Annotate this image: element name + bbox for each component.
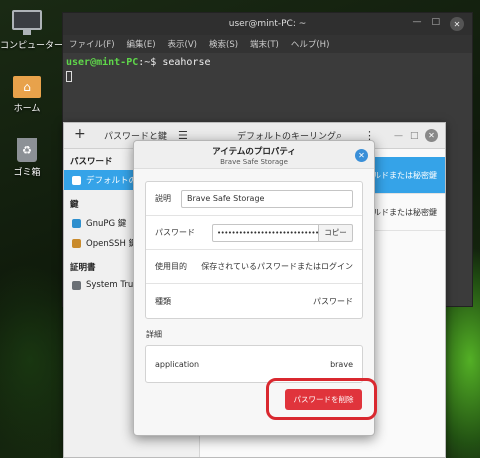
password-field[interactable]: •••••••••••••••••••••••••••• ⚿ [212, 223, 325, 242]
purpose-label: 使用目的 [155, 262, 187, 271]
list-item-label: ルドまたは秘密鍵 [373, 170, 437, 180]
dialog-subtitle: Brave Safe Storage [220, 158, 288, 166]
sidebar-item-label: OpenSSH 鍵 [86, 239, 138, 249]
menu-view[interactable]: 表示(V) [168, 38, 197, 50]
prompt-user: user@mint-PC [66, 57, 139, 68]
terminal-output[interactable]: user@mint-PC:~$ seahorse [63, 53, 472, 89]
menu-search[interactable]: 検索(S) [209, 38, 238, 50]
password-row: パスワード •••••••••••••••••••••••••••• ⚿ コピー [146, 216, 362, 250]
dialog-header: アイテムのプロパティ Brave Safe Storage ✕ [134, 141, 374, 169]
openssh-icon [72, 238, 81, 248]
menu-edit[interactable]: 編集(E) [127, 38, 156, 50]
desktop-icon-computer[interactable]: コンピューター [0, 10, 64, 51]
description-field[interactable]: Brave Safe Storage [181, 189, 353, 208]
certificate-icon [72, 280, 81, 290]
terminal-cursor [66, 71, 72, 82]
desktop-icon-home[interactable]: ⌂ ホーム [0, 76, 54, 114]
highlight-annotation [266, 378, 377, 420]
desktop-icon-label: ゴミ箱 [13, 168, 41, 178]
terminal-menubar: ファイル(F) 編集(E) 表示(V) 検索(S) 端末(T) ヘルプ(H) [63, 35, 472, 53]
home-folder-icon: ⌂ [13, 76, 41, 98]
close-icon[interactable]: ✕ [450, 17, 464, 31]
dialog-title: アイテムのプロパティ [212, 147, 296, 157]
maximize-icon[interactable]: □ [431, 17, 440, 31]
computer-icon [12, 10, 42, 35]
password-value: •••••••••••••••••••••••••••• [217, 228, 319, 237]
gnupg-icon [72, 218, 81, 228]
terminal-titlebar[interactable]: user@mint-PC: ~ — □ ✕ [63, 13, 472, 35]
type-row: 種類 パスワード [146, 284, 362, 318]
purpose-value: 保存されているパスワードまたはログイン [201, 262, 353, 271]
close-icon[interactable]: ✕ [425, 129, 438, 142]
description-row: 説明 Brave Safe Storage [146, 182, 362, 216]
details-heading: 詳細 [146, 330, 162, 339]
menu-help[interactable]: ヘルプ(H) [291, 38, 330, 50]
list-item-label: ルドまたは秘密鍵 [373, 207, 437, 217]
purpose-row: 使用目的 保存されているパスワードまたはログイン [146, 250, 362, 284]
menu-file[interactable]: ファイル(F) [69, 38, 115, 50]
prompt-command: :~$ seahorse [138, 57, 211, 68]
password-label: パスワード [155, 228, 195, 237]
attribute-value: brave [330, 359, 353, 369]
properties-card: 説明 Brave Safe Storage パスワード ••••••••••••… [145, 181, 363, 319]
maximize-icon[interactable]: □ [410, 131, 419, 141]
desktop-icon-trash[interactable]: ♻ ゴミ箱 [0, 138, 54, 178]
menu-terminal[interactable]: 端末(T) [250, 38, 279, 50]
close-icon[interactable]: ✕ [355, 149, 368, 162]
desktop-icon-label: ホーム [13, 104, 41, 114]
attribute-row: application brave [146, 346, 362, 382]
sidebar-item-label: GnuPG 鍵 [86, 219, 127, 229]
attribute-key: application [155, 359, 200, 369]
desktop-icon-label: コンピューター [0, 41, 64, 51]
minimize-icon[interactable]: — [412, 17, 421, 31]
description-label: 説明 [155, 194, 171, 203]
folder-icon [72, 175, 81, 185]
minimize-icon[interactable]: — [394, 131, 403, 141]
add-icon[interactable]: + [74, 126, 86, 142]
type-value: パスワード [313, 296, 353, 306]
copy-button[interactable]: コピー [319, 223, 353, 242]
trash-icon: ♻ [17, 138, 37, 162]
terminal-title: user@mint-PC: ~ [228, 19, 307, 29]
type-label: 種類 [155, 296, 171, 306]
